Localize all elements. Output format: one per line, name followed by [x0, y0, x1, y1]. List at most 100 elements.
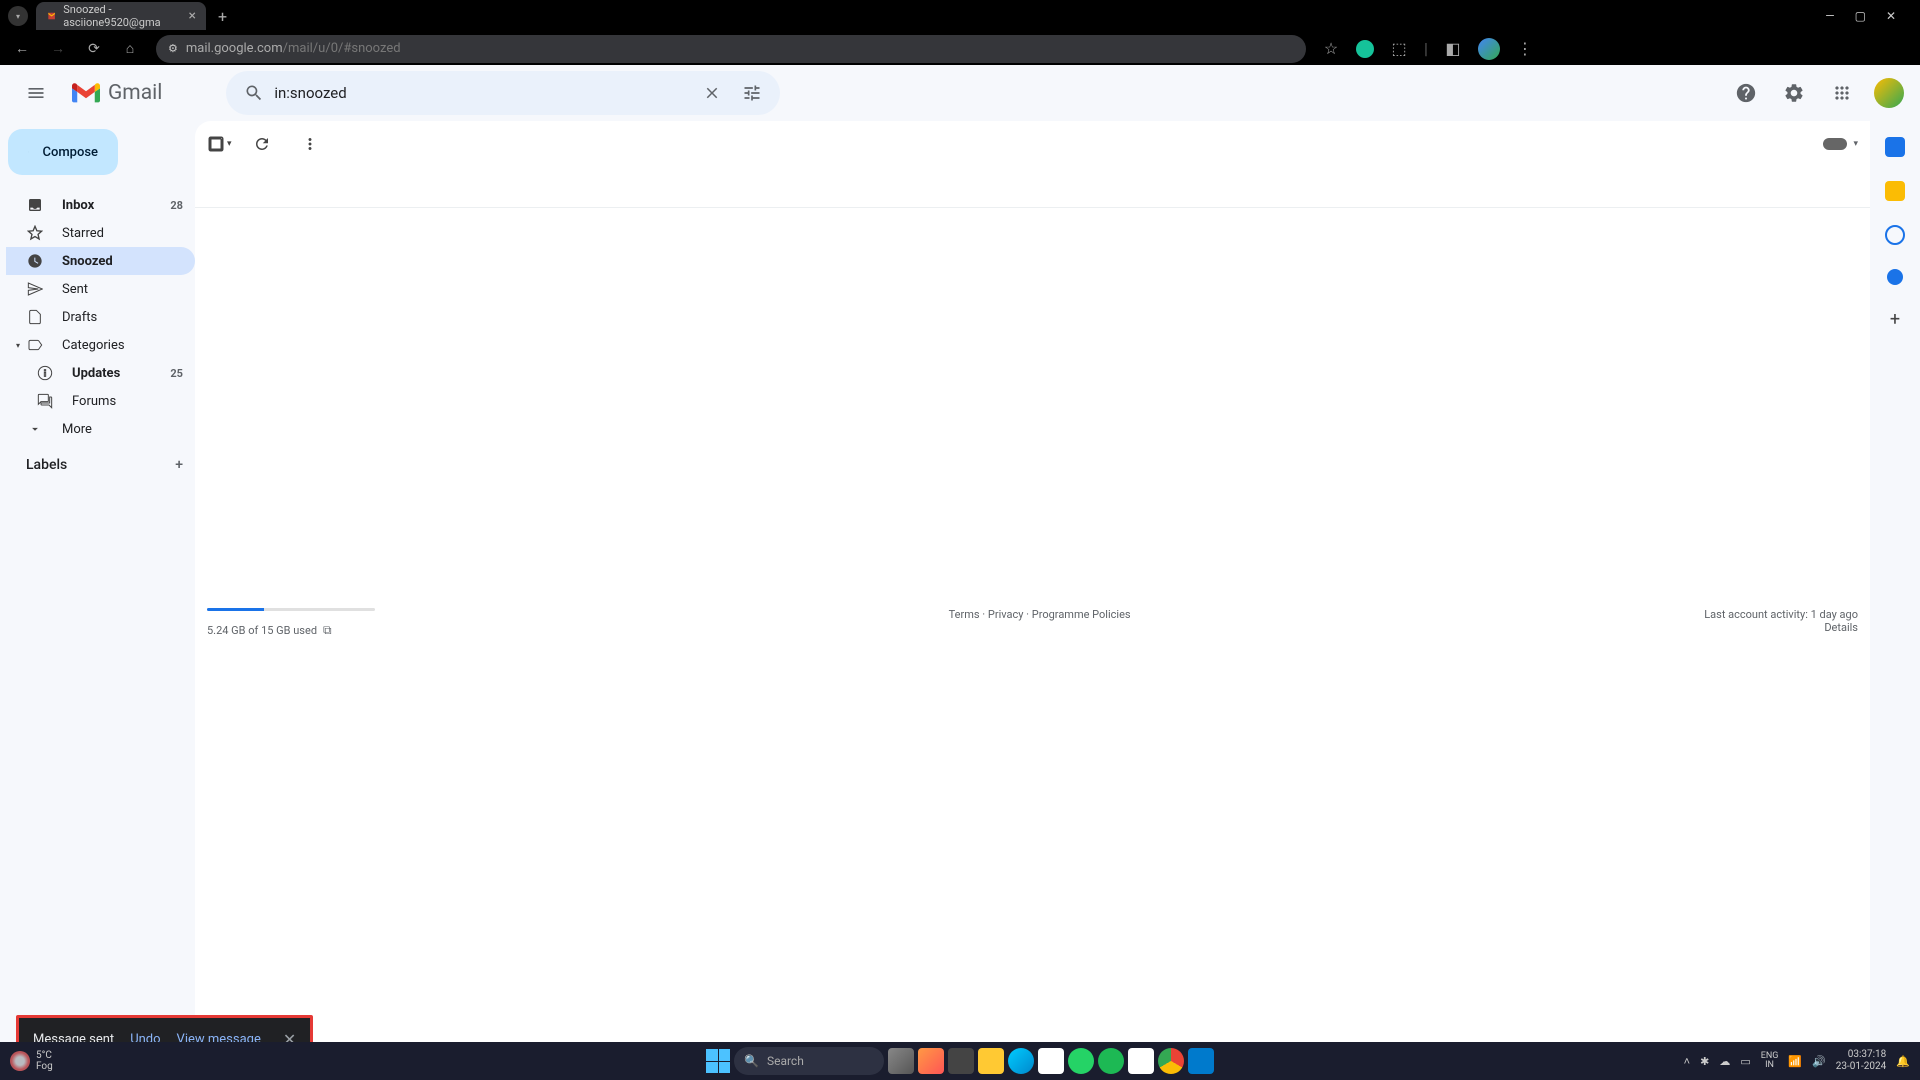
- file-explorer-icon[interactable]: [978, 1048, 1004, 1074]
- clock[interactable]: 03:37:18 23-01-2024: [1836, 1049, 1887, 1073]
- sidebar-item-forums[interactable]: Forums: [6, 387, 195, 415]
- new-tab-button[interactable]: +: [218, 7, 227, 26]
- forward-button[interactable]: →: [48, 40, 68, 57]
- gmail-favicon-icon: [46, 9, 57, 23]
- add-label-button[interactable]: +: [175, 457, 183, 473]
- window-controls: — ▢ ✕: [1825, 9, 1912, 23]
- search-input[interactable]: [274, 84, 692, 102]
- extensions-icon[interactable]: ⬚: [1390, 40, 1408, 58]
- sidebar: Compose Inbox 28 Starred Snoozed: [0, 121, 195, 1080]
- sidebar-label: Forums: [72, 394, 116, 409]
- tray-chevron-icon[interactable]: ˄: [1684, 1055, 1690, 1068]
- clear-search-button[interactable]: [692, 73, 732, 113]
- refresh-button[interactable]: [244, 126, 280, 162]
- weather-widget[interactable]: 5°C Fog: [10, 1050, 53, 1072]
- wifi-icon[interactable]: 📶: [1788, 1055, 1802, 1068]
- search-placeholder: Search: [767, 1054, 804, 1068]
- gmail-logo[interactable]: Gmail: [72, 81, 162, 105]
- reload-button[interactable]: ⟳: [84, 41, 104, 57]
- sidebar-item-starred[interactable]: Starred: [6, 219, 195, 247]
- grammarly-extension-icon[interactable]: [1356, 40, 1374, 58]
- sidebar-item-drafts[interactable]: Drafts: [6, 303, 195, 331]
- gmail-header: Gmail: [0, 65, 1920, 121]
- side-panel-icon[interactable]: ◧: [1444, 40, 1462, 58]
- browser-tab[interactable]: Snoozed - asciione9520@gma ×: [36, 2, 206, 30]
- task-app-2[interactable]: [918, 1048, 944, 1074]
- support-button[interactable]: [1726, 73, 1766, 113]
- language-indicator[interactable]: ENG IN: [1761, 1052, 1779, 1070]
- home-button[interactable]: ⌂: [120, 40, 140, 57]
- tray-icon-1[interactable]: ✱: [1700, 1055, 1709, 1068]
- settings-button[interactable]: [1774, 73, 1814, 113]
- compose-button[interactable]: Compose: [8, 129, 118, 175]
- gear-icon: [1783, 82, 1805, 104]
- details-link[interactable]: Details: [1824, 621, 1858, 634]
- privacy-link[interactable]: Privacy: [988, 608, 1024, 621]
- back-button[interactable]: ←: [12, 40, 32, 57]
- external-link-icon[interactable]: ⧉: [323, 623, 332, 638]
- start-button[interactable]: [706, 1049, 730, 1073]
- google-apps-button[interactable]: [1822, 73, 1862, 113]
- sidebar-item-more[interactable]: More: [6, 415, 195, 443]
- input-tools-toggle[interactable]: [1823, 138, 1847, 150]
- sidebar-count: 25: [170, 367, 183, 380]
- labels-title: Labels: [26, 457, 67, 473]
- onedrive-icon[interactable]: ☁: [1719, 1055, 1730, 1068]
- search-button[interactable]: [234, 73, 274, 113]
- side-panel: + ›: [1870, 121, 1920, 1080]
- sidebar-item-sent[interactable]: Sent: [6, 275, 195, 303]
- tray-icon-2[interactable]: ▭: [1740, 1055, 1750, 1068]
- temperature: 5°C: [36, 1050, 53, 1061]
- site-info-icon[interactable]: ⚙: [168, 42, 178, 55]
- whatsapp-icon[interactable]: [1068, 1048, 1094, 1074]
- vscode-icon[interactable]: [1188, 1048, 1214, 1074]
- search-options-button[interactable]: [732, 73, 772, 113]
- get-addons-button[interactable]: +: [1890, 309, 1900, 330]
- sidebar-item-categories[interactable]: ▾ Categories: [6, 331, 195, 359]
- spotify-icon[interactable]: [1098, 1048, 1124, 1074]
- address-bar[interactable]: ⚙ mail.google.com/mail/u/0/#snoozed: [156, 35, 1306, 63]
- main-menu-button[interactable]: [16, 73, 56, 113]
- calendar-addon-icon[interactable]: [1885, 137, 1905, 157]
- select-all-checkbox[interactable]: ▾: [207, 135, 232, 153]
- footer: 5.24 GB of 15 GB used ⧉ Terms · Privacy …: [195, 602, 1870, 644]
- sidebar-label: Categories: [62, 338, 125, 353]
- chrome-profile-icon[interactable]: [1478, 38, 1500, 60]
- contacts-addon-icon[interactable]: [1887, 269, 1903, 285]
- sidebar-count: 28: [170, 199, 183, 212]
- bookmark-star-icon[interactable]: ☆: [1322, 40, 1340, 58]
- notifications-icon[interactable]: 🔔: [1896, 1055, 1910, 1068]
- more-actions-button[interactable]: [292, 126, 328, 162]
- volume-icon[interactable]: 🔊: [1812, 1055, 1826, 1068]
- chrome-menu-icon[interactable]: ⋮: [1516, 40, 1534, 58]
- chrome-icon[interactable]: [1158, 1048, 1184, 1074]
- sidebar-item-snoozed[interactable]: Snoozed: [6, 247, 195, 275]
- tab-title: Snoozed - asciione9520@gma: [63, 3, 182, 29]
- edge-icon[interactable]: [1008, 1048, 1034, 1074]
- task-app-1[interactable]: [888, 1048, 914, 1074]
- tab-search-button[interactable]: ▾: [8, 6, 28, 26]
- store-icon[interactable]: [1038, 1048, 1064, 1074]
- gmail-logo-icon: [72, 82, 100, 104]
- browser-chrome: ▾ Snoozed - asciione9520@gma × + — ▢ ✕ ←…: [0, 0, 1920, 65]
- account-avatar[interactable]: [1874, 78, 1904, 108]
- tab-close-icon[interactable]: ×: [189, 8, 196, 24]
- tasks-addon-icon[interactable]: [1885, 225, 1905, 245]
- taskbar-search[interactable]: 🔍 Search: [734, 1047, 884, 1075]
- slack-icon[interactable]: [1128, 1048, 1154, 1074]
- sidebar-item-inbox[interactable]: Inbox 28: [6, 191, 195, 219]
- keep-addon-icon[interactable]: [1885, 181, 1905, 201]
- minimize-button[interactable]: —: [1825, 9, 1834, 23]
- maximize-button[interactable]: ▢: [1855, 9, 1866, 23]
- gmail-app: Gmail: [0, 65, 1920, 1080]
- sidebar-item-updates[interactable]: Updates 25: [6, 359, 195, 387]
- mail-toolbar: ▾ ▾: [195, 121, 1870, 167]
- policies-link[interactable]: Programme Policies: [1032, 608, 1131, 621]
- terms-link[interactable]: Terms: [949, 608, 980, 621]
- task-app-3[interactable]: [948, 1048, 974, 1074]
- inbox-icon: [26, 197, 44, 213]
- search-icon: 🔍: [744, 1054, 759, 1068]
- close-window-button[interactable]: ✕: [1886, 9, 1896, 23]
- expand-caret-icon: ▾: [16, 341, 20, 350]
- sidebar-label: Updates: [72, 366, 120, 381]
